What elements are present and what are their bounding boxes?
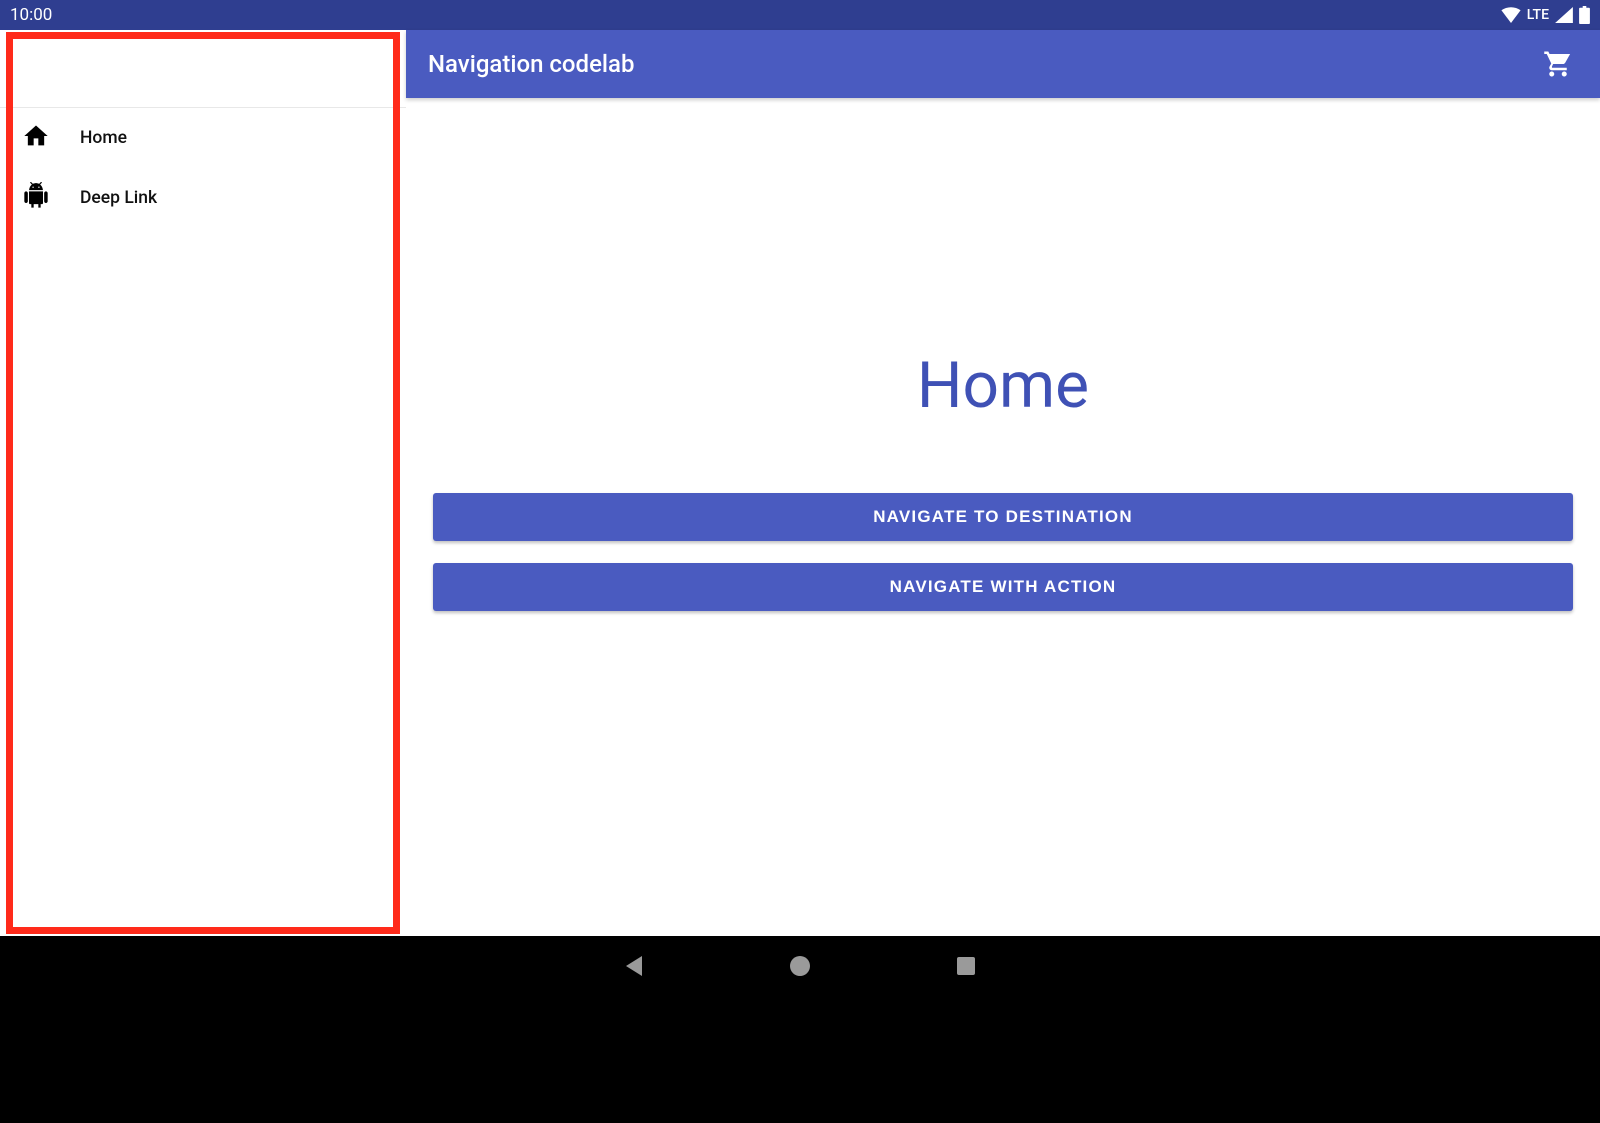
drawer-header [0, 30, 406, 108]
cart-button[interactable] [1538, 44, 1578, 84]
nav-drawer: Home Deep Link [0, 30, 406, 936]
home-icon [22, 122, 50, 155]
status-bar: 10:00 LTE [0, 0, 1600, 30]
cart-icon [1543, 49, 1573, 79]
android-icon [22, 182, 50, 215]
sidebar-item-label: Deep Link [80, 188, 157, 208]
system-nav-bar [0, 936, 1600, 996]
home-button[interactable] [787, 953, 813, 979]
wifi-icon [1501, 7, 1521, 23]
app-bar-title: Navigation codelab [428, 50, 1538, 78]
back-button[interactable] [621, 953, 647, 979]
back-icon [623, 954, 645, 978]
sidebar-item-label: Home [80, 128, 127, 148]
sidebar-item-home[interactable]: Home [0, 108, 406, 168]
status-right: LTE [1501, 6, 1590, 24]
square-icon [955, 955, 977, 977]
recents-button[interactable] [953, 953, 979, 979]
app-bar: Navigation codelab [406, 30, 1600, 98]
signal-icon [1555, 7, 1573, 23]
battery-icon [1579, 6, 1590, 24]
content-area: Home Navigate to Destination Navigate wi… [406, 98, 1600, 936]
status-clock: 10:00 [10, 5, 52, 25]
page-title: Home [917, 348, 1089, 423]
sidebar-item-deeplink[interactable]: Deep Link [0, 168, 406, 228]
letterbox-bottom [0, 996, 1600, 1123]
network-label: LTE [1527, 7, 1549, 23]
navigate-to-destination-button[interactable]: Navigate to Destination [433, 493, 1573, 541]
navigate-with-action-button[interactable]: Navigate with Action [433, 563, 1573, 611]
circle-icon [788, 954, 812, 978]
